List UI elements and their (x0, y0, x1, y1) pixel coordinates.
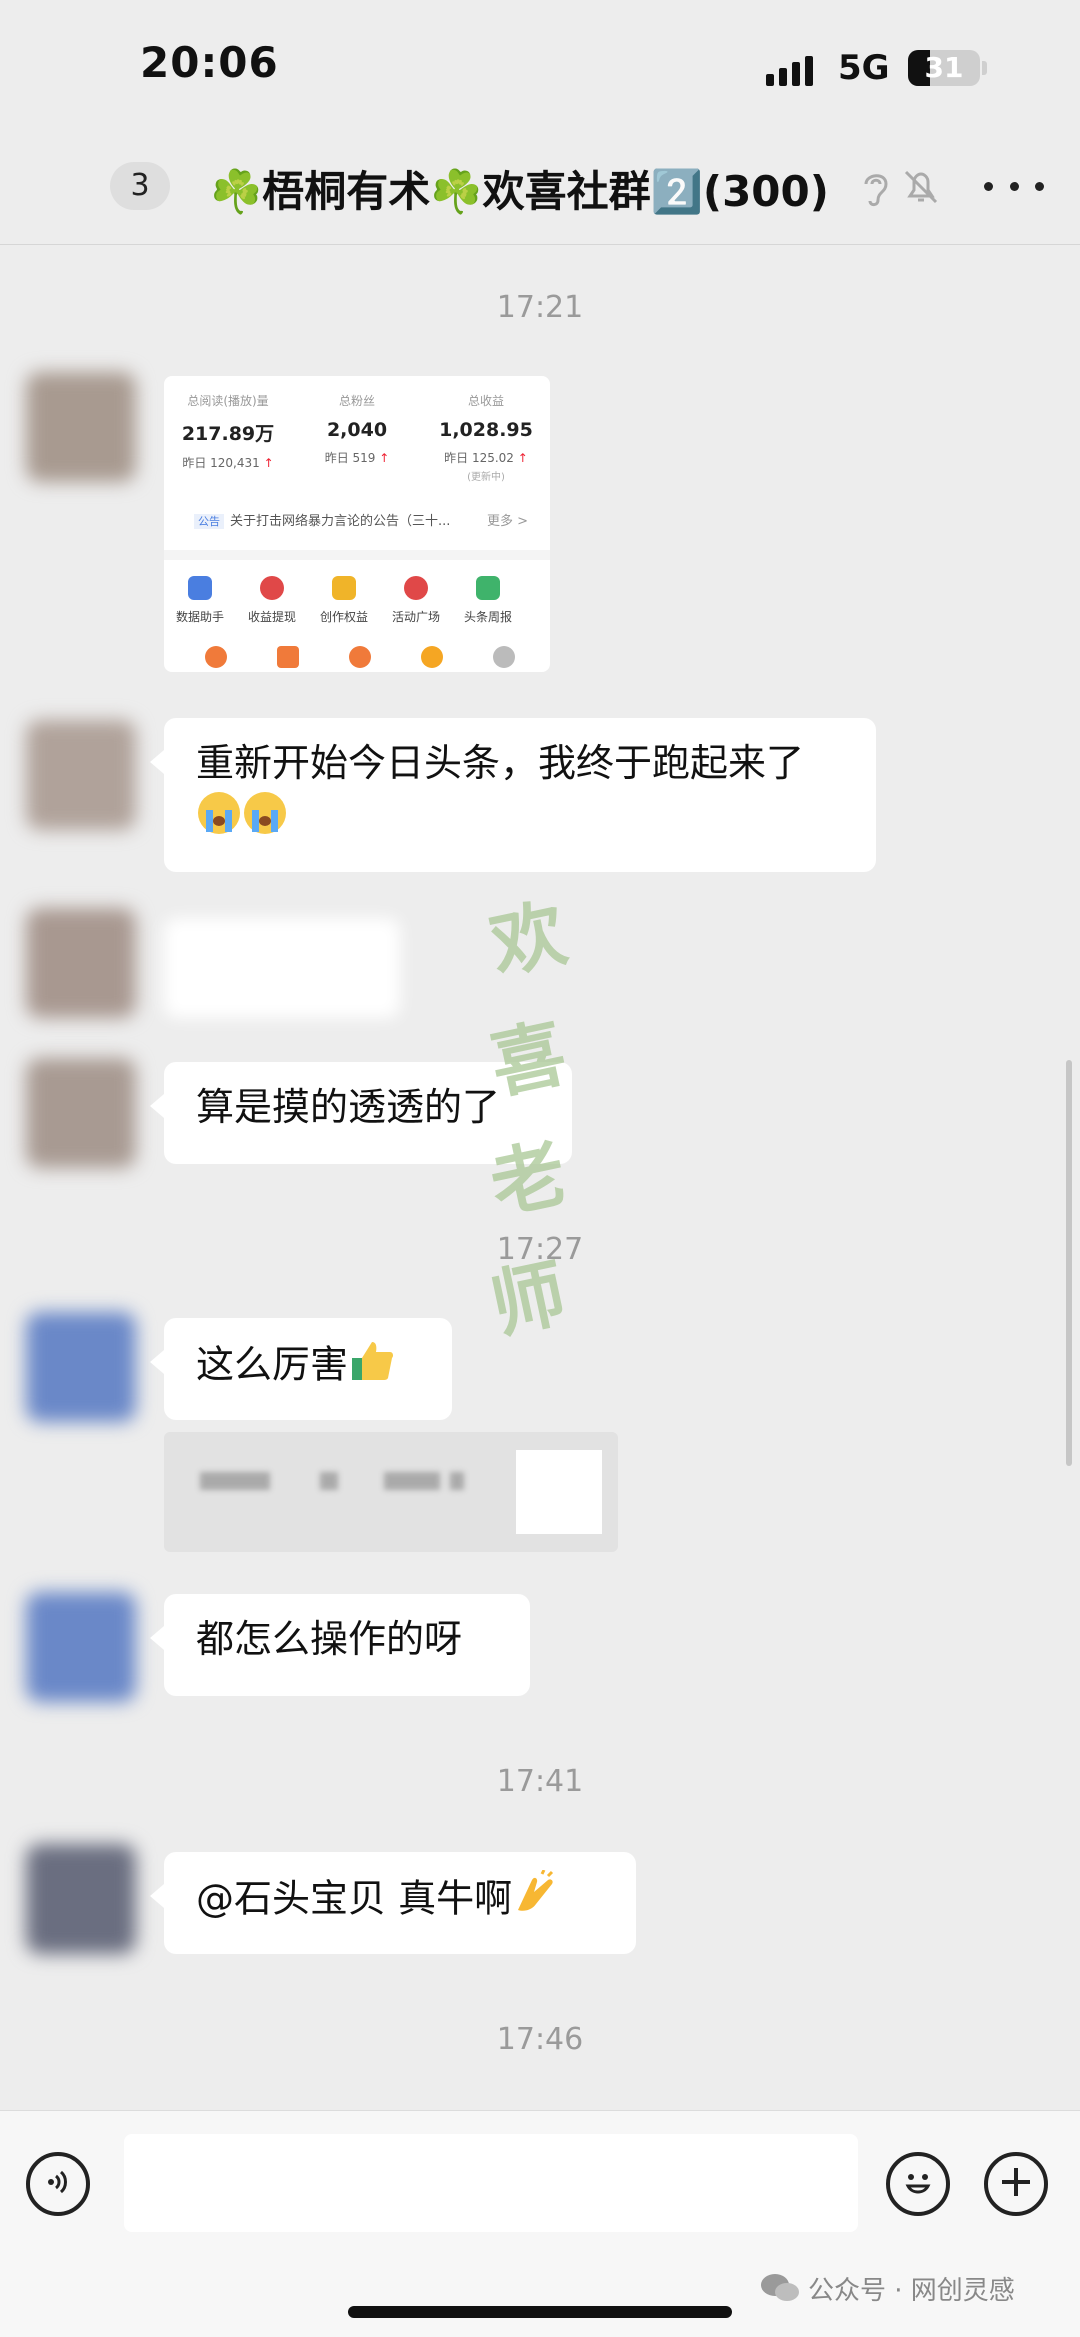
timestamp: 17:41 (496, 1764, 584, 1799)
avatar[interactable] (26, 372, 136, 482)
blurred-message[interactable] (164, 918, 400, 1018)
network-type: 5G (838, 48, 890, 88)
message-bubble[interactable]: @石头宝贝 真牛啊 (150, 1852, 636, 1954)
avatar[interactable] (26, 1058, 136, 1168)
doc-icon (277, 646, 299, 668)
footer-mark: 公众号 · 网创灵感 (760, 2270, 1015, 2311)
scrollbar[interactable] (1066, 1060, 1072, 1466)
battery-tip (982, 61, 987, 75)
headset-icon (205, 646, 227, 668)
avatar[interactable] (26, 1844, 136, 1954)
shared-link-card[interactable] (164, 1432, 618, 1552)
plus-button[interactable] (984, 2152, 1048, 2216)
stat-value: 217.89万 (181, 423, 275, 445)
home-indicator[interactable] (348, 2306, 732, 2318)
status-time: 20:06 (140, 38, 279, 87)
timestamp: 17:21 (496, 290, 584, 325)
flag-icon (404, 576, 428, 600)
expand-icon (493, 646, 515, 668)
stat-sub: 昨日 120,431 (182, 456, 260, 470)
message-input[interactable] (124, 2134, 858, 2232)
notice-tag: 公告 (194, 514, 224, 529)
avatar[interactable] (26, 1312, 136, 1422)
stat-sub: 昨日 519 (324, 451, 376, 465)
chart-icon (188, 576, 212, 600)
stat-label: 总粉丝 (338, 394, 375, 408)
wechat-icon (760, 2272, 800, 2311)
music-icon (349, 646, 371, 668)
crown-icon (332, 576, 356, 600)
stat-value: 2,040 (326, 419, 388, 441)
stat-value: 1,028.95 (439, 419, 533, 441)
battery-level: 31 (924, 51, 964, 84)
voice-button[interactable] (26, 2152, 90, 2216)
message-bubble[interactable]: 这么厉害 (150, 1318, 452, 1420)
header-divider (0, 244, 1080, 245)
image-message[interactable]: 总阅读(播放)量 217.89万 昨日 120,431 ↑ 总粉丝 2,040 … (164, 376, 550, 672)
watermark-char: 欢 (483, 890, 574, 990)
mute-bell-icon (900, 166, 942, 212)
signal-icon (766, 52, 820, 86)
battery-icon: 31 (908, 50, 980, 86)
message-text: 都怎么操作的呀 (196, 1617, 463, 1661)
message-text: 重新开始今日头条，我终于跑起来了 (196, 741, 805, 785)
link-thumbnail (516, 1450, 602, 1534)
notice-text: 关于打击网络暴力言论的公告（三十... (230, 514, 451, 529)
tool-weekly: 头条周报 (452, 576, 524, 625)
more-button[interactable] (984, 166, 1044, 206)
thumbs-up-emoji (348, 1336, 396, 1398)
card-divider (164, 550, 550, 560)
crying-emoji (242, 790, 288, 850)
stat-label: 总收益 (467, 394, 504, 408)
chat-title: ☘️梧桐有术☘️欢喜社群2️⃣(300) (210, 167, 829, 216)
avatar[interactable] (26, 720, 136, 830)
notice-more: 更多 > (486, 514, 528, 529)
tool-data-assistant: 数据助手 (164, 576, 236, 625)
message-text: 算是摸的透透的了 (196, 1085, 501, 1129)
message-text: @石头宝贝 真牛啊 (196, 1876, 513, 1921)
crying-emoji (196, 790, 242, 850)
avatar[interactable] (26, 908, 136, 1018)
stat-sub: 昨日 125.02 (444, 451, 514, 465)
tool-withdraw: 收益提现 (236, 576, 308, 625)
tool-activity: 活动广场 (380, 576, 452, 625)
avatar[interactable] (26, 1592, 136, 1702)
back-button[interactable]: 3 (110, 162, 170, 210)
plus-icon (999, 2165, 1033, 2203)
voice-icon (43, 2167, 73, 2201)
emoji-icon (898, 2162, 938, 2206)
lightning-icon (421, 646, 443, 668)
calendar-icon (476, 576, 500, 600)
tool-rights: 创作权益 (308, 576, 380, 625)
stat-label: 总阅读(播放)量 (187, 394, 269, 408)
notice-row: 公告 关于打击网络暴力言论的公告（三十... 更多 > (194, 510, 528, 529)
stat-note: (更新中) (467, 472, 505, 483)
clap-emoji (512, 1869, 560, 1932)
message-bubble[interactable]: 都怎么操作的呀 (150, 1594, 530, 1696)
timestamp: 17:46 (496, 2022, 584, 2057)
message-bubble[interactable]: 重新开始今日头条，我终于跑起来了 (150, 718, 876, 872)
ear-icon (858, 168, 894, 212)
emoji-button[interactable] (886, 2152, 950, 2216)
message-text: 这么厉害 (196, 1342, 349, 1387)
yen-icon (260, 576, 284, 600)
